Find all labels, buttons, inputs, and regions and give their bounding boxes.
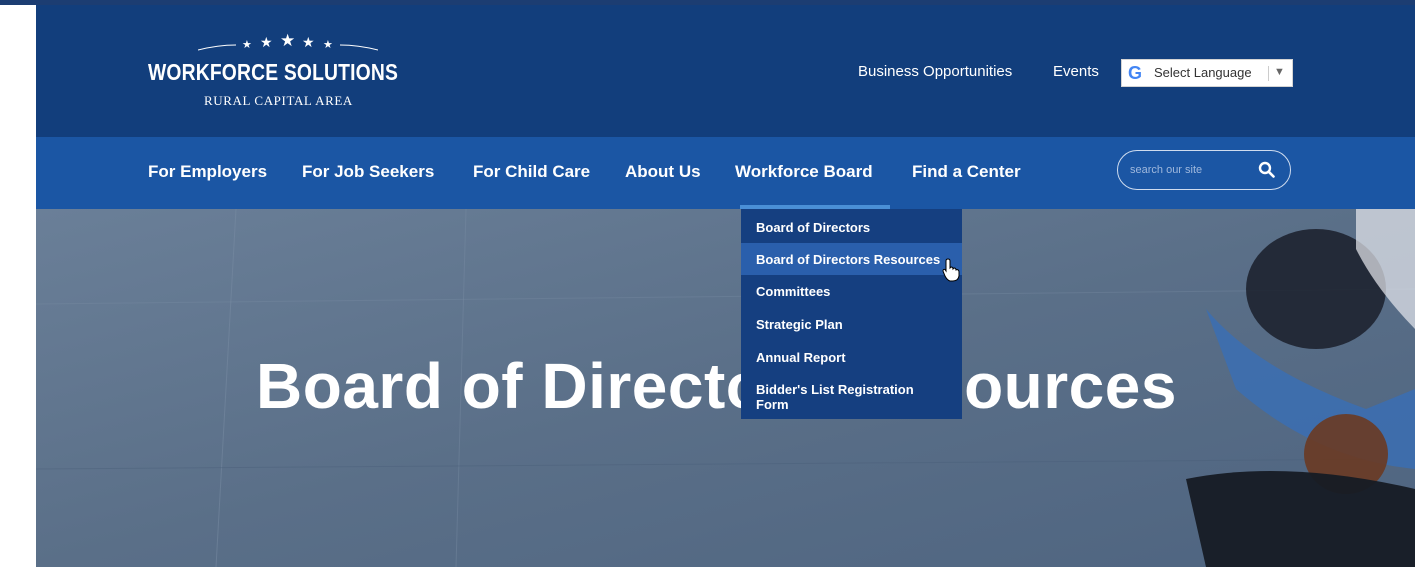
hero-banner: Board of Directors Resources [36, 209, 1415, 567]
language-select-divider [1268, 66, 1269, 81]
google-g-icon: G [1128, 63, 1143, 83]
nav-item-workforce-board[interactable]: Workforce Board [735, 162, 873, 182]
dropdown-item-bidders-list-registration-form[interactable]: Bidder's List Registration Form [741, 374, 962, 419]
svg-text:★: ★ [242, 38, 252, 51]
dropdown-item-board-of-directors-resources[interactable]: Board of Directors Resources [741, 243, 962, 275]
dropdown-item-label: Annual Report [756, 350, 846, 365]
nav-item-for-job-seekers[interactable]: For Job Seekers [302, 162, 434, 182]
dropdown-item-label: Bidder's List Registration Form [756, 382, 914, 412]
site-logo[interactable]: ★ ★ ★ ★ ★ WORKFORCE SOLUTIONS RURAL CAPI… [148, 33, 428, 125]
dropdown-item-committees[interactable]: Committees [741, 275, 962, 308]
dropdown-item-label: Board of Directors [756, 220, 871, 235]
nav-item-find-a-center[interactable]: Find a Center [912, 162, 1021, 182]
site-search[interactable] [1117, 150, 1291, 190]
dropdown-item-annual-report[interactable]: Annual Report [741, 341, 962, 374]
business-opportunities-link[interactable]: Business Opportunities [858, 63, 1012, 80]
nav-item-about-us[interactable]: About Us [625, 162, 701, 182]
nav-item-for-child-care[interactable]: For Child Care [473, 162, 590, 182]
page-frame: ★ ★ ★ ★ ★ WORKFORCE SOLUTIONS RURAL CAPI… [36, 5, 1415, 567]
language-select-label: Select Language [1154, 65, 1252, 80]
svg-text:★: ★ [323, 38, 333, 51]
dropdown-item-label: Strategic Plan [756, 317, 843, 332]
svg-text:★: ★ [260, 35, 273, 51]
dropdown-item-label: Committees [756, 284, 831, 299]
workforce-board-dropdown: Board of Directors Board of Directors Re… [741, 209, 962, 419]
language-select[interactable]: G Select Language ▼ [1121, 59, 1293, 87]
site-header: ★ ★ ★ ★ ★ WORKFORCE SOLUTIONS RURAL CAPI… [36, 5, 1415, 137]
nav-item-for-employers[interactable]: For Employers [148, 162, 267, 182]
chevron-down-icon: ▼ [1274, 66, 1285, 78]
search-icon[interactable] [1258, 161, 1276, 179]
svg-text:★: ★ [280, 33, 295, 51]
logo-title: WORKFORCE SOLUTIONS [148, 59, 399, 85]
events-link[interactable]: Events [1053, 63, 1099, 80]
hand-cursor-icon [942, 258, 960, 282]
dropdown-item-board-of-directors[interactable]: Board of Directors [741, 212, 962, 243]
dropdown-item-strategic-plan[interactable]: Strategic Plan [741, 308, 962, 341]
search-input[interactable] [1130, 161, 1250, 179]
page-title: Board of Directors Resources [256, 350, 1177, 422]
svg-text:★: ★ [302, 35, 315, 51]
dropdown-item-label: Board of Directors Resources [756, 252, 941, 267]
logo-stars-icon: ★ ★ ★ ★ ★ [198, 33, 378, 51]
logo-subtitle: RURAL CAPITAL AREA [204, 93, 353, 108]
main-nav: For Employers For Job Seekers For Child … [36, 137, 1415, 209]
